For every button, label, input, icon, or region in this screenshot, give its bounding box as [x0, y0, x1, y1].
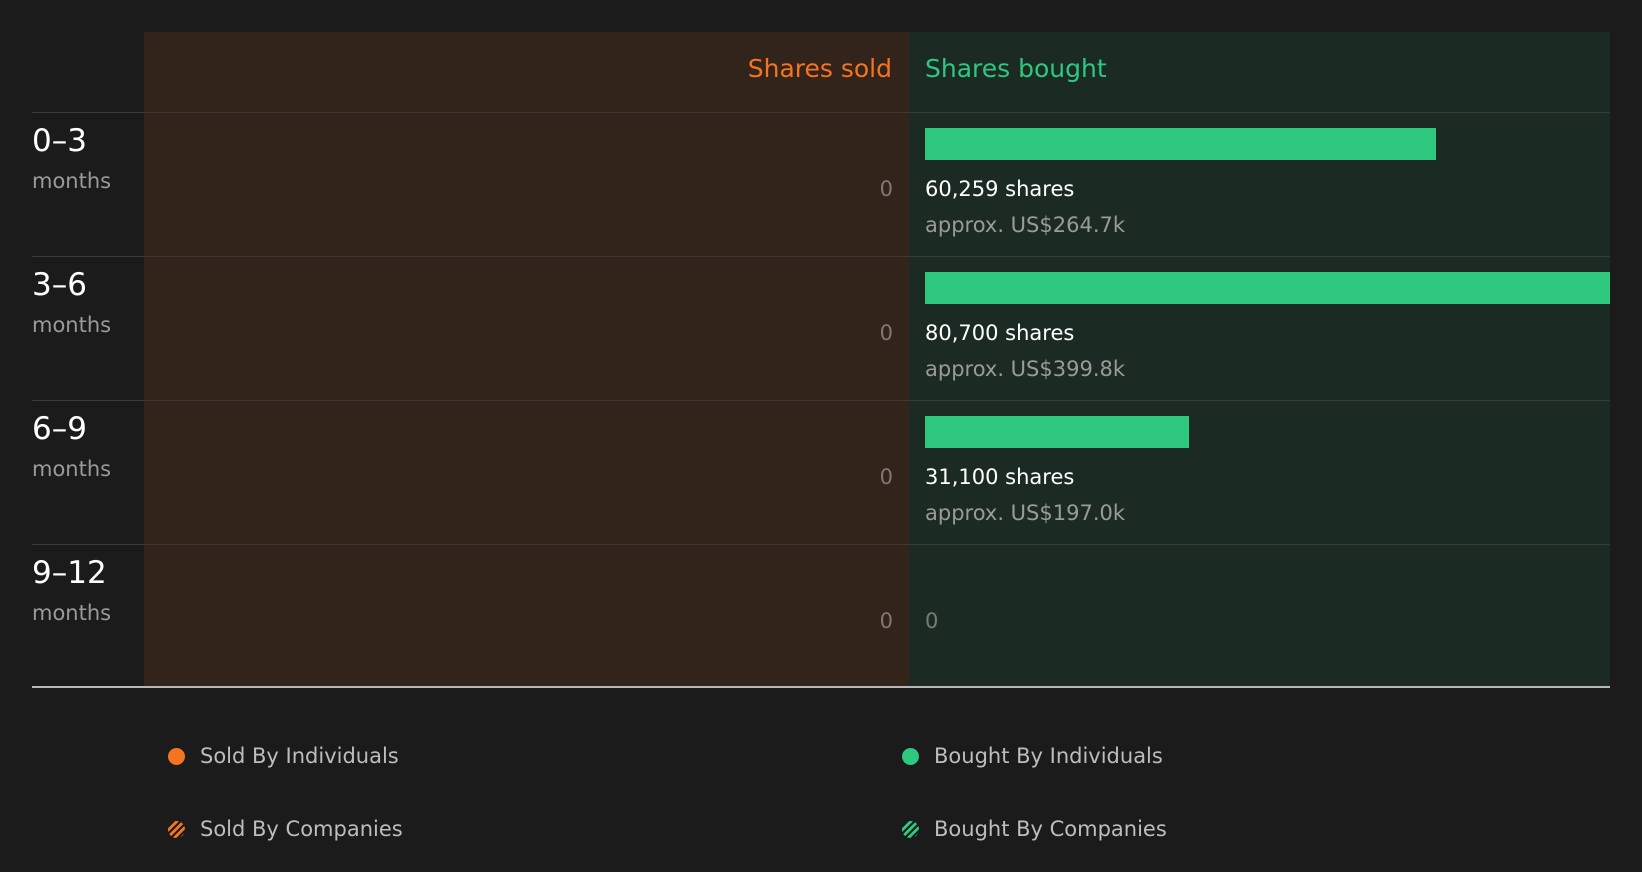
legend-label: Sold By Companies: [200, 817, 403, 841]
sold-value-label: 0: [879, 321, 893, 345]
legend-item-sold-by-individuals[interactable]: Sold By Individuals: [168, 741, 399, 771]
period-unit: months: [32, 457, 112, 481]
legend-swatch-solid-orange: [168, 747, 185, 765]
period-unit: months: [32, 601, 112, 625]
row-label-3-6: 3–6 months: [32, 267, 111, 339]
period-unit: months: [32, 169, 112, 193]
row-divider: [32, 256, 1610, 257]
legend-item-sold-by-companies[interactable]: Sold By Companies: [168, 814, 403, 844]
legend-swatch-hatched-orange: [168, 820, 185, 838]
period-label: 9–12: [32, 555, 107, 591]
bought-value-label: 80,700 shares: [925, 321, 1075, 345]
shares-sold-header: Shares sold: [747, 54, 892, 83]
sold-value-label: 0: [879, 465, 893, 489]
legend-label: Bought By Companies: [934, 817, 1167, 841]
bought-approx-value: approx. US$264.7k: [925, 213, 1126, 237]
legend-item-bought-by-companies[interactable]: Bought By Companies: [902, 814, 1167, 844]
period-label: 6–9: [32, 411, 87, 447]
legend-label: Bought By Individuals: [934, 744, 1163, 768]
bought-bar: [925, 128, 1436, 160]
bought-approx-value: approx. US$399.8k: [925, 357, 1126, 381]
insider-trading-chart: Shares sold Shares bought 0–3 months 0 6…: [0, 0, 1642, 872]
sold-value-label: 0: [879, 609, 893, 633]
bought-value-label: 0: [925, 609, 939, 633]
row-divider: [32, 112, 1610, 113]
bought-bar: [925, 272, 1610, 304]
bought-approx-value: approx. US$197.0k: [925, 501, 1126, 525]
legend-swatch-solid-green: [902, 747, 919, 765]
bought-value-label: 31,100 shares: [925, 465, 1075, 489]
legend-label: Sold By Individuals: [200, 744, 399, 768]
period-unit: months: [32, 313, 112, 337]
chart-baseline: [32, 686, 1610, 688]
row-divider: [32, 544, 1610, 545]
shares-sold-panel: [144, 32, 909, 687]
legend-item-bought-by-individuals[interactable]: Bought By Individuals: [902, 741, 1163, 771]
period-label: 3–6: [32, 267, 87, 303]
legend-swatch-hatched-green: [902, 820, 919, 838]
shares-bought-header: Shares bought: [925, 54, 1107, 83]
period-label: 0–3: [32, 123, 87, 159]
sold-value-label: 0: [879, 177, 893, 201]
bought-bar: [925, 416, 1189, 448]
row-label-0-3: 0–3 months: [32, 123, 111, 195]
row-label-6-9: 6–9 months: [32, 411, 111, 483]
bought-value-label: 60,259 shares: [925, 177, 1075, 201]
row-divider: [32, 400, 1610, 401]
row-label-9-12: 9–12 months: [32, 555, 111, 627]
